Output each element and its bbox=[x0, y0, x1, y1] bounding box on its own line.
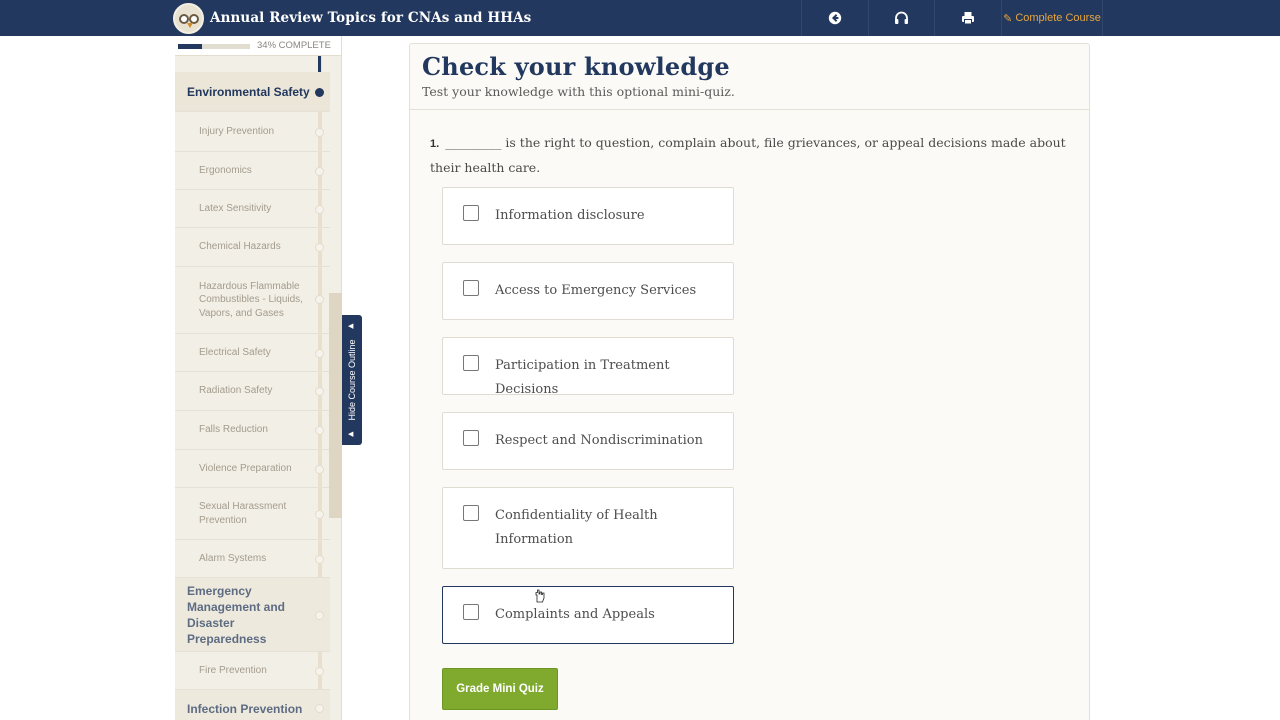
outline-dot bbox=[315, 167, 324, 176]
sidebar-item-environmental-safety[interactable]: Environmental Safety bbox=[175, 72, 330, 112]
course-outline-sidebar: 34% COMPLETE Environmental Safety Injury… bbox=[175, 36, 342, 720]
audio-button[interactable] bbox=[868, 0, 934, 36]
hide-course-outline-label: Hide Course Outline bbox=[347, 339, 357, 421]
sidebar-item-label: Sexual Harassment Prevention bbox=[199, 501, 287, 526]
sidebar-item-hazardous-flammable-combustibles[interactable]: Hazardous Flammable Combustibles - Liqui… bbox=[175, 267, 330, 334]
sidebar-item-ergonomics[interactable]: Ergonomics bbox=[175, 152, 330, 190]
sidebar-item-infection-prevention[interactable]: Infection Prevention bbox=[175, 690, 330, 720]
back-button[interactable] bbox=[801, 0, 868, 36]
answer-option[interactable]: Access to Emergency Services bbox=[442, 262, 734, 320]
pencil-icon: ✎ bbox=[1003, 12, 1013, 25]
complete-course-label: Complete Course bbox=[1015, 12, 1101, 24]
print-icon bbox=[962, 12, 974, 25]
progress-indicator: 34% COMPLETE bbox=[175, 36, 341, 56]
page-subtitle: Test your knowledge with this optional m… bbox=[422, 84, 735, 99]
course-title: Annual Review Topics for CNAs and HHAs bbox=[210, 10, 532, 26]
sidebar-item-falls-reduction[interactable]: Falls Reduction bbox=[175, 411, 330, 450]
sidebar-item-label: Emergency Management and Disaster Prepar… bbox=[187, 583, 286, 646]
answer-checkbox[interactable] bbox=[463, 430, 479, 446]
sidebar-item-chemical-hazards[interactable]: Chemical Hazards bbox=[175, 228, 330, 267]
sidebar-item-radiation-safety[interactable]: Radiation Safety bbox=[175, 372, 330, 411]
outline-dot bbox=[315, 465, 324, 474]
top-bar: Annual Review Topics for CNAs and HHAs ✎… bbox=[0, 0, 1280, 36]
print-button[interactable] bbox=[934, 0, 1001, 36]
outline-dot bbox=[315, 243, 324, 252]
sidebar-item-label: Electrical Safety bbox=[199, 346, 271, 358]
answer-label: Complaints and Appeals bbox=[495, 607, 655, 622]
sidebar-item-label: Ergonomics bbox=[199, 164, 252, 176]
quiz-card: Check your knowledge Test your knowledge… bbox=[409, 43, 1090, 720]
progress-bar bbox=[178, 44, 250, 49]
answer-option[interactable]: Information disclosure bbox=[442, 187, 734, 245]
question-body: _________ is the right to question, comp… bbox=[430, 135, 1066, 175]
sidebar-item-emergency-management[interactable]: Emergency Management and Disaster Prepar… bbox=[175, 578, 330, 652]
question-text: 1. _________ is the right to question, co… bbox=[430, 131, 1080, 180]
answer-checkbox[interactable] bbox=[463, 505, 479, 521]
sidebar-item-alarm-systems[interactable]: Alarm Systems bbox=[175, 540, 330, 578]
sidebar-item-violence-preparation[interactable]: Violence Preparation bbox=[175, 450, 330, 488]
sidebar-item-label: Injury Prevention bbox=[199, 126, 275, 138]
sidebar-item-label: Environmental Safety bbox=[187, 84, 310, 99]
sidebar-item-label: Alarm Systems bbox=[199, 552, 267, 564]
sidebar-item-sexual-harassment-prevention[interactable]: Sexual Harassment Prevention bbox=[175, 488, 330, 540]
sidebar-item-injury-prevention[interactable]: Injury Prevention bbox=[175, 113, 330, 152]
outline-dot bbox=[315, 205, 324, 214]
outline-dot bbox=[315, 128, 324, 137]
sidebar-item-label: Chemical Hazards bbox=[199, 241, 281, 253]
answer-option[interactable]: Respect and Nondiscrimination bbox=[442, 412, 734, 470]
sidebar-item-electrical-safety[interactable]: Electrical Safety bbox=[175, 334, 330, 372]
sidebar-scrollbar[interactable] bbox=[329, 293, 342, 518]
answer-label: Participation in Treatment Decisions bbox=[495, 358, 670, 397]
outline-dot bbox=[315, 667, 324, 676]
outline-dot bbox=[315, 510, 324, 519]
answer-checkbox[interactable] bbox=[463, 355, 479, 371]
answer-checkbox[interactable] bbox=[463, 205, 479, 221]
outline-dot bbox=[315, 387, 324, 396]
page-title: Check your knowledge bbox=[422, 52, 730, 81]
answer-option[interactable]: Complaints and Appeals bbox=[442, 586, 734, 644]
mouse-cursor-icon bbox=[535, 589, 545, 603]
sidebar-item-label: Radiation Safety bbox=[199, 385, 273, 397]
headphones-icon bbox=[895, 11, 908, 24]
sidebar-item-fire-prevention[interactable]: Fire Prevention bbox=[175, 652, 330, 690]
sidebar-item-label: Violence Preparation bbox=[199, 462, 292, 474]
back-arrow-icon bbox=[828, 11, 842, 25]
sidebar-item-latex-sensitivity[interactable]: Latex Sensitivity bbox=[175, 190, 330, 228]
sidebar-item-label: Fire Prevention bbox=[199, 664, 267, 676]
answer-label: Information disclosure bbox=[495, 208, 645, 223]
outline-dot bbox=[315, 88, 324, 97]
outline-dot bbox=[315, 426, 324, 435]
answer-label: Respect and Nondiscrimination bbox=[495, 433, 703, 448]
outline-dot bbox=[315, 295, 324, 304]
answer-option[interactable]: Confidentiality of Health Information bbox=[442, 487, 734, 569]
sidebar-item-label: Hazardous Flammable Combustibles - Liqui… bbox=[199, 280, 303, 319]
outline-dot bbox=[315, 349, 324, 358]
owl-logo-icon bbox=[173, 2, 204, 34]
grade-mini-quiz-button[interactable]: Grade Mini Quiz bbox=[442, 668, 558, 710]
caret-left-icon: ◀ bbox=[348, 323, 354, 330]
hide-course-outline-button[interactable]: ◀ Hide Course Outline ◀ bbox=[342, 315, 362, 445]
question-number: 1. bbox=[430, 138, 440, 150]
caret-left-icon: ◀ bbox=[348, 431, 354, 438]
answer-option[interactable]: Participation in Treatment Decisions bbox=[442, 337, 734, 397]
outline-dot bbox=[315, 704, 324, 713]
course-brand: Annual Review Topics for CNAs and HHAs bbox=[173, 2, 531, 34]
complete-course-button[interactable]: ✎ Complete Course bbox=[1001, 0, 1103, 36]
answer-checkbox[interactable] bbox=[463, 280, 479, 296]
progress-bar-fill bbox=[178, 44, 203, 49]
sidebar-item-label: Latex Sensitivity bbox=[199, 202, 272, 214]
sidebar-item-label: Infection Prevention bbox=[187, 701, 303, 716]
quiz-header: Check your knowledge Test your knowledge… bbox=[410, 44, 1089, 110]
answer-checkbox[interactable] bbox=[463, 604, 479, 620]
sidebar-item-label: Falls Reduction bbox=[199, 424, 268, 436]
answer-label: Access to Emergency Services bbox=[495, 283, 697, 298]
outline-dot bbox=[315, 611, 324, 620]
outline-dot bbox=[315, 555, 324, 564]
answer-label: Confidentiality of Health Information bbox=[495, 508, 658, 547]
progress-label: 34% COMPLETE bbox=[257, 40, 331, 51]
